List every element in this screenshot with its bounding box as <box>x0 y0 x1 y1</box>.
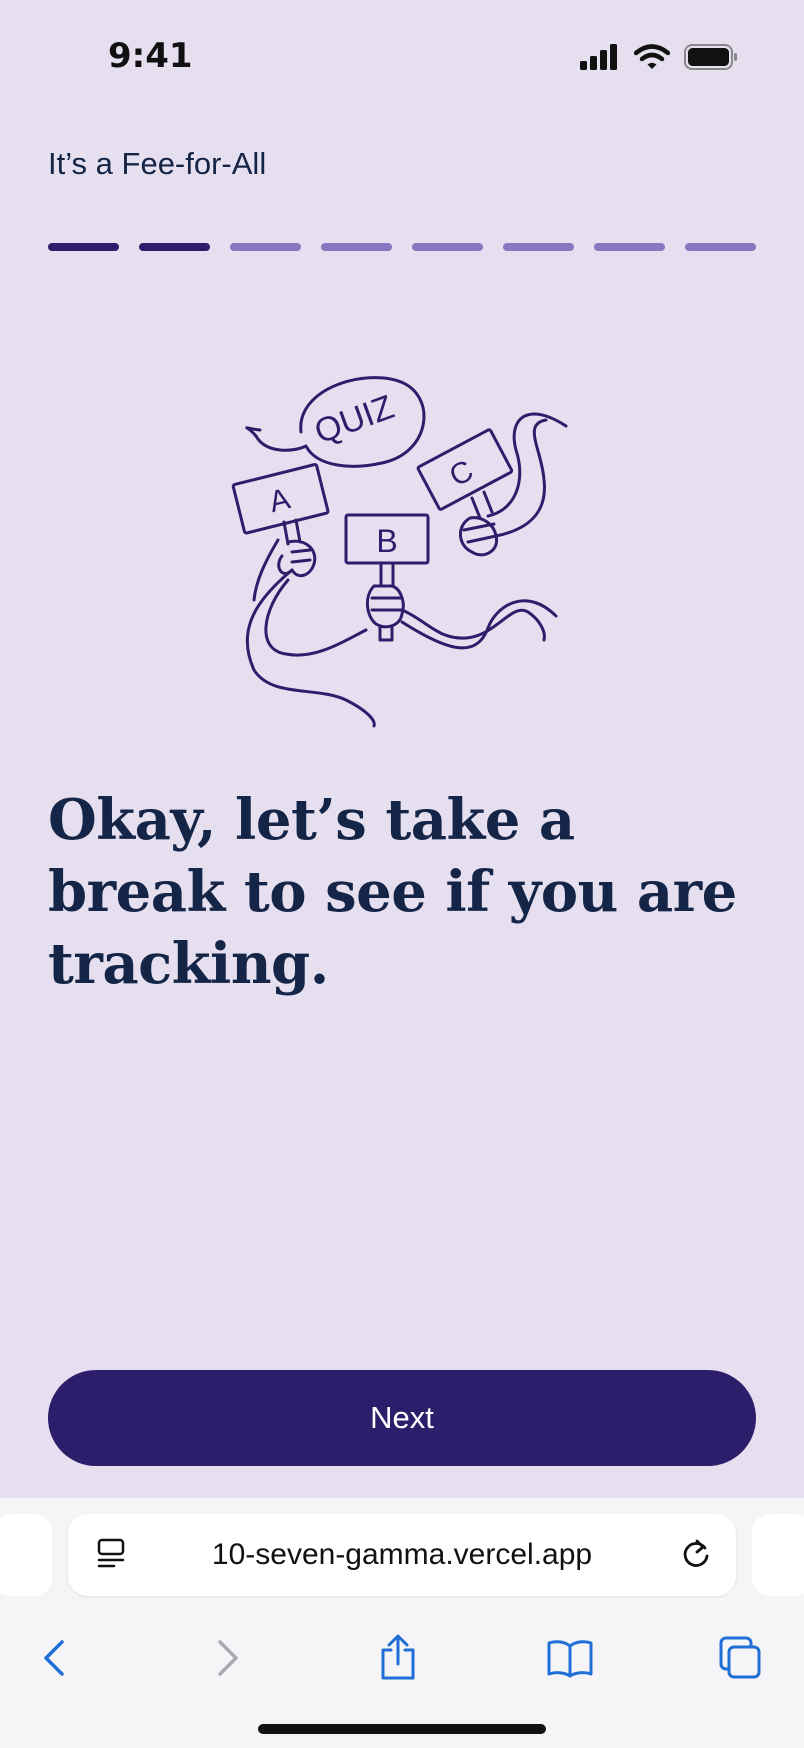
progress-step-3 <box>230 243 301 251</box>
next-tab-preview[interactable] <box>752 1514 804 1596</box>
progress-step-6 <box>503 243 574 251</box>
chevron-right-icon <box>218 1640 238 1676</box>
home-indicator <box>258 1724 546 1734</box>
progress-indicator <box>48 243 756 251</box>
quiz-illustration: QUIZ A B C <box>231 376 568 728</box>
tabs-icon <box>719 1636 761 1679</box>
back-button[interactable] <box>24 1628 84 1688</box>
sign-c-label: C <box>444 454 479 493</box>
forward-button[interactable] <box>198 1628 258 1688</box>
progress-step-8 <box>685 243 756 251</box>
next-button[interactable]: Next <box>48 1370 756 1466</box>
progress-step-7 <box>594 243 665 251</box>
cellular-signal-icon <box>580 44 617 70</box>
progress-step-5 <box>412 243 483 251</box>
status-time: 9:41 <box>108 36 193 76</box>
browser-chrome: 10-seven-gamma.vercel.app <box>0 1498 804 1748</box>
share-icon <box>381 1634 415 1680</box>
wifi-icon <box>634 44 670 69</box>
tabs-button[interactable] <box>710 1628 770 1688</box>
url-text: 10-seven-gamma.vercel.app <box>211 1538 593 1571</box>
bookmarks-button[interactable] <box>540 1628 600 1688</box>
battery-icon <box>684 44 737 70</box>
bubble-text: QUIZ <box>310 388 399 451</box>
reload-icon[interactable] <box>678 1536 714 1572</box>
book-icon <box>547 1640 593 1678</box>
address-bar[interactable]: 10-seven-gamma.vercel.app <box>68 1514 736 1596</box>
page-menu-icon[interactable] <box>96 1538 128 1572</box>
progress-step-1 <box>48 243 119 251</box>
progress-step-2 <box>139 243 210 251</box>
status-bar: 9:41 <box>0 0 804 120</box>
headline: Okay, let’s take a break to see if you a… <box>48 787 737 997</box>
progress-step-4 <box>321 243 392 251</box>
previous-tab-preview[interactable] <box>0 1514 52 1596</box>
sign-a-label: A <box>266 482 293 519</box>
sign-b-label: B <box>376 523 397 559</box>
chevron-left-icon <box>44 1640 64 1676</box>
page-title: It’s a Fee-for-All <box>48 146 267 181</box>
share-button[interactable] <box>368 1628 428 1688</box>
browser-toolbar <box>0 1616 804 1696</box>
status-icons <box>580 44 738 70</box>
